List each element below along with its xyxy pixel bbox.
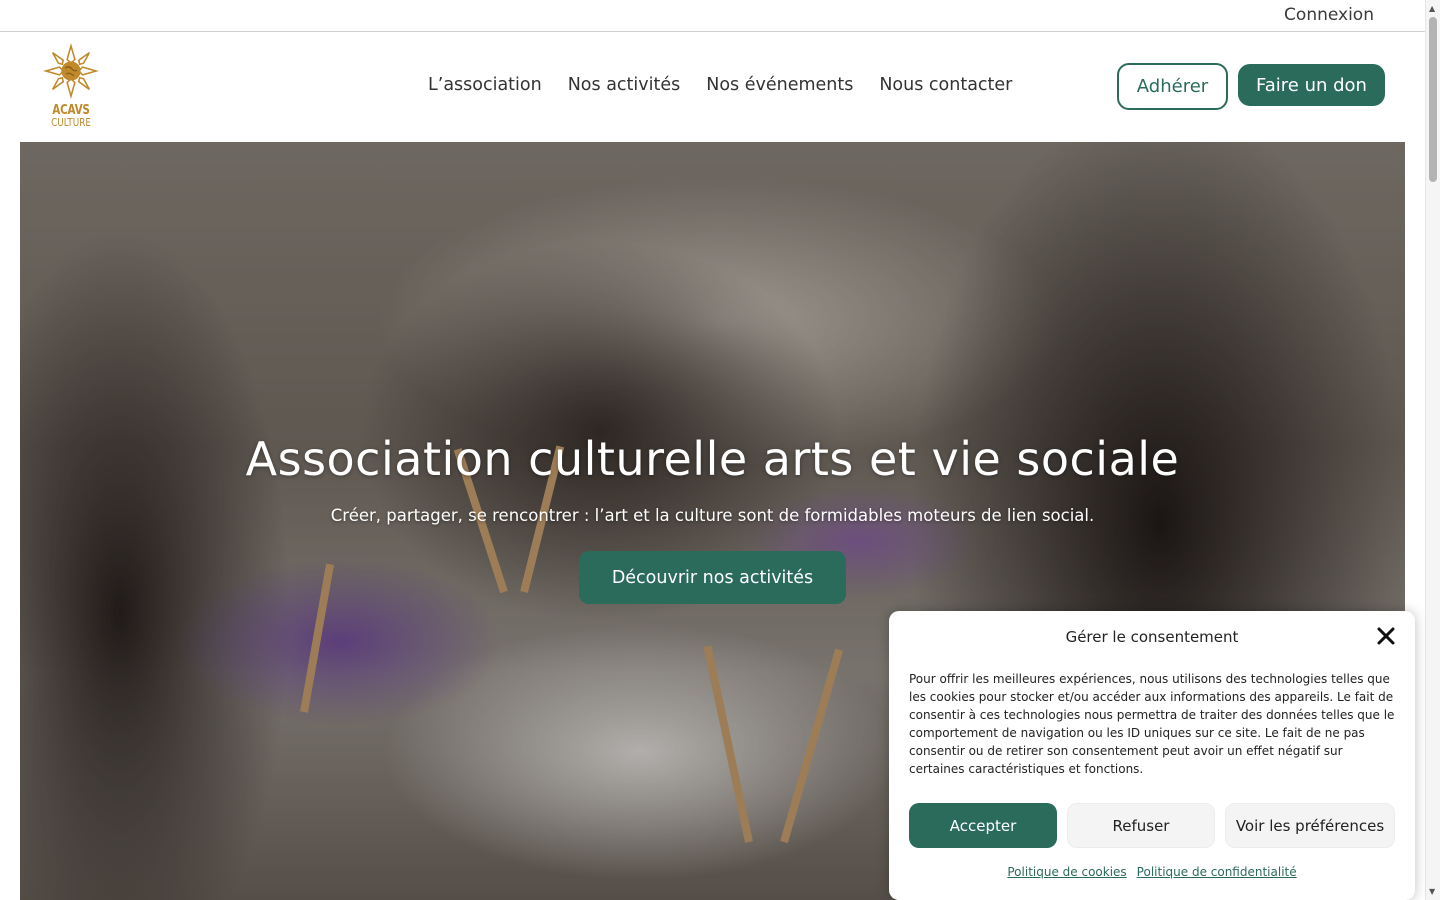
donate-button[interactable]: Faire un don bbox=[1238, 64, 1385, 106]
site-logo[interactable]: ACAVS CULTURE bbox=[40, 42, 102, 134]
main-navigation: L’association Nos activités Nos événemen… bbox=[428, 75, 1012, 95]
nav-item-activities[interactable]: Nos activités bbox=[568, 75, 681, 95]
sun-globe-logo-icon bbox=[43, 43, 99, 99]
refuse-button[interactable]: Refuser bbox=[1067, 803, 1215, 848]
cookie-consent-dialog: Gérer le consentement Pour offrir les me… bbox=[889, 611, 1415, 900]
scrollbar-thumb[interactable] bbox=[1429, 17, 1437, 182]
view-preferences-button[interactable]: Voir les préférences bbox=[1225, 803, 1395, 848]
hero-title: Association culturelle arts et vie socia… bbox=[245, 432, 1180, 486]
accept-button[interactable]: Accepter bbox=[909, 803, 1057, 848]
scroll-up-icon[interactable]: ▲ bbox=[1429, 4, 1435, 13]
login-link[interactable]: Connexion bbox=[1284, 5, 1374, 25]
discover-activities-button[interactable]: Découvrir nos activités bbox=[579, 551, 846, 604]
consent-title: Gérer le consentement bbox=[1065, 628, 1239, 646]
page-scrollbar[interactable]: ▲ ▼ bbox=[1425, 0, 1440, 900]
nav-item-events[interactable]: Nos événements bbox=[706, 75, 853, 95]
top-bar: Connexion bbox=[0, 0, 1425, 32]
join-button[interactable]: Adhérer bbox=[1117, 63, 1228, 110]
privacy-policy-link[interactable]: Politique de confidentialité bbox=[1137, 865, 1297, 879]
cookie-policy-link[interactable]: Politique de cookies bbox=[1007, 865, 1126, 879]
logo-text-line2: CULTURE bbox=[51, 116, 91, 129]
site-header: ACAVS CULTURE L’association Nos activité… bbox=[0, 32, 1425, 142]
policy-links: Politique de cookies Politique de confid… bbox=[889, 865, 1415, 879]
scroll-down-icon[interactable]: ▼ bbox=[1429, 887, 1435, 896]
nav-item-contact[interactable]: Nous contacter bbox=[879, 75, 1012, 95]
hero-subtitle: Créer, partager, se rencontrer : l’art e… bbox=[330, 506, 1095, 525]
close-icon[interactable] bbox=[1376, 626, 1396, 646]
consent-description: Pour offrir les meilleures expériences, … bbox=[909, 672, 1395, 776]
nav-item-association[interactable]: L’association bbox=[428, 75, 542, 95]
